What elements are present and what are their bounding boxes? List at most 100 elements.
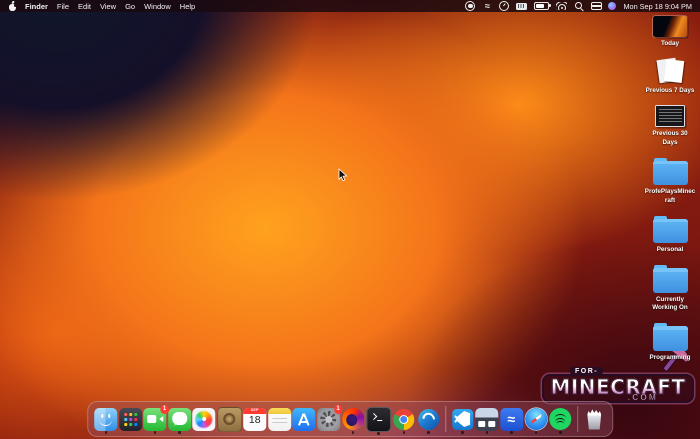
dock-safari[interactable] [524, 408, 547, 431]
folder-label: ProfePlaysMinecraft [644, 188, 696, 204]
dock-messages[interactable] [167, 407, 191, 431]
folder-highlight [652, 326, 688, 330]
mouse-cursor [338, 168, 348, 182]
stack-previous-7-days[interactable]: Previous 7 Days [642, 59, 698, 96]
menu-item-edit[interactable]: Edit [78, 2, 91, 11]
calendar-month: SEP [250, 408, 259, 413]
dock-firefox[interactable] [341, 408, 364, 431]
stack-previous-30-days[interactable]: Previous 30 Days [642, 105, 698, 147]
dock-notes[interactable] [267, 407, 291, 431]
dock-mission-control[interactable] [475, 407, 499, 431]
apple-menu-icon[interactable] [8, 0, 17, 11]
spotify-icon [549, 408, 572, 431]
folder-label: Personal [656, 246, 684, 253]
folder-icon [652, 215, 688, 243]
dock-vscode[interactable] [451, 408, 474, 431]
dock-wave-app[interactable]: ≈ [499, 407, 523, 431]
menu-item-file[interactable]: File [57, 2, 69, 11]
folder-icon [652, 157, 688, 185]
wave-app-menu-icon[interactable]: ≈ [482, 1, 492, 11]
dock-trash[interactable] [583, 408, 606, 431]
vscode-icon [451, 408, 474, 431]
wave-app-icon: ≈ [499, 407, 523, 431]
trash-icon [583, 408, 606, 431]
chrome-icon [392, 408, 415, 431]
terminal-icon [365, 406, 391, 432]
safari-icon [524, 408, 547, 431]
siri-icon[interactable] [607, 1, 617, 11]
calendar-day: 18 [248, 414, 261, 426]
menu-item-view[interactable]: View [100, 2, 116, 11]
messages-icon [167, 407, 191, 431]
record-indicator-icon[interactable] [465, 1, 476, 11]
menu-item-finder[interactable]: Finder [25, 2, 48, 11]
watermark-top-text: FOR- [570, 367, 604, 375]
folder-personal[interactable]: Personal [642, 215, 698, 255]
stack-label: Previous 30 Days [652, 130, 688, 146]
photos-icon [192, 407, 216, 431]
folder-currently-working-on[interactable]: Currently Working On [642, 265, 698, 313]
facetime-notification-badge: 1 [160, 405, 169, 414]
app-store-a-bar [299, 421, 309, 423]
dock-app-store[interactable] [292, 407, 316, 431]
previous-30-days-stack-icon [655, 105, 685, 127]
previous-7-days-stack-icon [653, 59, 687, 84]
launchpad-icon [118, 407, 142, 431]
folder-highlight [652, 268, 688, 272]
battery-icon[interactable] [534, 1, 551, 11]
mission-control-icon [475, 407, 499, 431]
menu-bar: Finder File Edit View Go Window Help ≈ M… [0, 0, 700, 12]
finder-icon [94, 407, 118, 431]
spotlight-search-icon[interactable] [574, 1, 584, 11]
menu-item-help[interactable]: Help [180, 2, 195, 11]
stack-label: Previous 7 Days [645, 86, 695, 94]
launchpad-grid [123, 412, 127, 416]
desktop-icon-column: Today Previous 7 Days Previous 30 Days P… [642, 16, 698, 362]
menu-item-window[interactable]: Window [144, 2, 171, 11]
dock-terminal[interactable] [365, 406, 391, 432]
stack-today[interactable]: Today [642, 16, 698, 49]
dock-separator [444, 406, 446, 432]
minecraft-launcher-icon [216, 406, 242, 432]
folder-profeplaysminecraft[interactable]: ProfePlaysMinecraft [642, 157, 698, 205]
folder-highlight [652, 218, 688, 222]
watermark-box: FOR- MINECRAFT .COM [542, 367, 694, 403]
keyboard-icon[interactable] [516, 2, 528, 10]
dock-minecraft-launcher[interactable] [216, 406, 242, 432]
settings-notification-badge: 1 [333, 405, 343, 414]
folder-highlight [652, 160, 688, 164]
dock-separator [576, 406, 578, 432]
dock-finder[interactable] [94, 407, 118, 431]
folder-programming[interactable]: Programming [642, 323, 698, 363]
dock-photos[interactable] [192, 407, 216, 431]
dock-edge[interactable] [417, 408, 440, 431]
menu-bar-clock[interactable]: Mon Sep 18 9:04 PM [623, 2, 692, 11]
edge-icon [417, 408, 440, 431]
menu-item-go[interactable]: Go [125, 2, 135, 11]
folder-label: Currently Working On [652, 295, 688, 312]
dock-calendar[interactable]: SEP 18 [243, 407, 267, 431]
control-center-icon[interactable] [590, 1, 602, 11]
finder-eyes [101, 413, 103, 418]
wifi-dot [560, 7, 563, 10]
menu-bar-status-area: ≈ Mon Sep 18 9:04 PM [465, 1, 692, 11]
dock-launchpad[interactable] [118, 407, 142, 431]
dock-spotify[interactable] [549, 408, 572, 431]
dock: 1 SEP 18 1 ≈ [87, 401, 613, 437]
timer-icon[interactable] [499, 1, 510, 11]
today-stack-icon [653, 16, 687, 37]
watermark-bottom-text: .COM [627, 392, 658, 403]
menu-bar-left: Finder File Edit View Go Window Help [8, 0, 195, 11]
stack-label: Today [660, 40, 680, 47]
folder-icon [652, 323, 688, 351]
firefox-icon [341, 408, 364, 431]
notes-icon [267, 407, 291, 431]
watermark-main-text: MINECRAFT [547, 376, 689, 398]
app-store-icon [292, 407, 316, 431]
spotify-arcs [555, 417, 566, 426]
wifi-icon[interactable] [556, 2, 567, 10]
dock-facetime[interactable]: 1 [143, 405, 169, 431]
dock-system-settings[interactable]: 1 [316, 405, 343, 431]
dock-chrome[interactable] [392, 408, 415, 431]
calendar-icon: SEP 18 [243, 407, 267, 431]
